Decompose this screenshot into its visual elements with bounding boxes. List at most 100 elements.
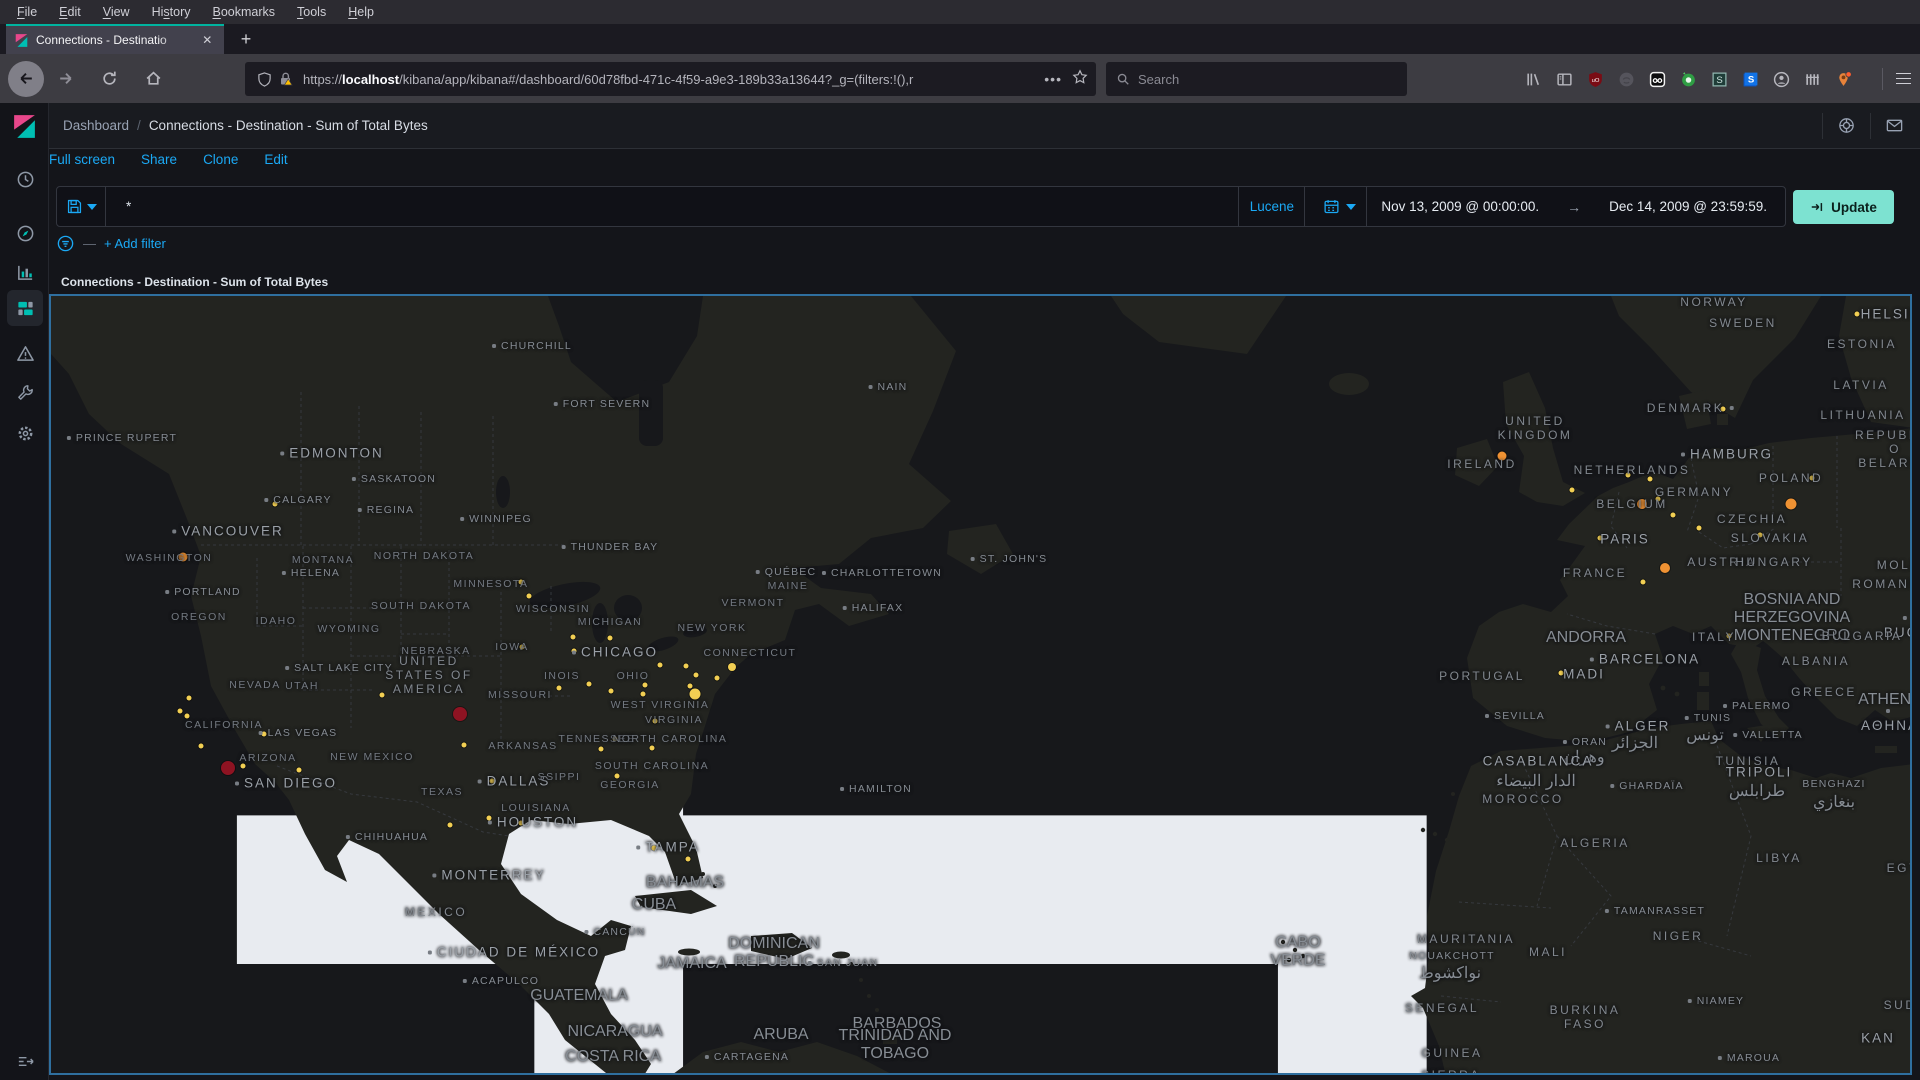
proxy-pin-icon[interactable] bbox=[1834, 70, 1852, 88]
tab-close-icon[interactable]: ✕ bbox=[199, 31, 217, 49]
help-icon[interactable] bbox=[1837, 116, 1856, 135]
saved-query-button[interactable] bbox=[57, 187, 106, 226]
green-globe-icon[interactable] bbox=[1679, 70, 1697, 88]
chevron-down-icon bbox=[1346, 203, 1357, 210]
newsfeed-mail-icon[interactable] bbox=[1885, 116, 1904, 135]
map-label: IOWA bbox=[495, 641, 529, 653]
data-point bbox=[1785, 498, 1797, 510]
menu-bookmarks[interactable]: Bookmarks bbox=[202, 2, 287, 22]
map-label: TRIPOLI bbox=[1725, 764, 1793, 780]
map-label: SAN DIEGO bbox=[234, 776, 337, 791]
sidebar-item-discover[interactable] bbox=[7, 215, 43, 251]
map-label: DOMINICAN REPUBLIC bbox=[728, 935, 820, 970]
menu-file[interactable]: File bbox=[6, 2, 48, 22]
map-label: POLAND bbox=[1758, 471, 1824, 485]
map-label: CHIHUAHUA bbox=[345, 831, 428, 843]
query-input[interactable]: * bbox=[106, 199, 1238, 214]
action-edit[interactable]: Edit bbox=[264, 152, 287, 167]
query-language-toggle[interactable]: Lucene bbox=[1238, 187, 1304, 226]
menu-help[interactable]: Help bbox=[337, 2, 385, 22]
search-bar[interactable]: Search bbox=[1106, 62, 1407, 96]
reload-button[interactable] bbox=[94, 64, 124, 94]
containers-fence-icon[interactable] bbox=[1803, 70, 1821, 88]
home-button[interactable] bbox=[138, 64, 168, 94]
menu-edit[interactable]: Edit bbox=[48, 2, 92, 22]
map-label: TEXAS bbox=[421, 786, 463, 798]
library-icon[interactable] bbox=[1524, 70, 1542, 88]
map-label: LITHUANIA bbox=[1820, 408, 1906, 422]
map-label: ARIZONA bbox=[239, 752, 297, 764]
menu-tools[interactable]: Tools bbox=[286, 2, 337, 22]
calendar-button[interactable] bbox=[1323, 187, 1368, 226]
browser-tab-bar: Connections - Destinatio ✕ + bbox=[0, 24, 1920, 54]
header-separator bbox=[1822, 112, 1823, 139]
basemap bbox=[51, 296, 1910, 1073]
action-full-screen[interactable]: Full screen bbox=[49, 152, 115, 167]
forward-button[interactable] bbox=[50, 64, 80, 94]
sidebar-item-visualize[interactable] bbox=[7, 254, 43, 290]
map-label: TUNIS bbox=[1684, 712, 1732, 724]
menu-view[interactable]: View bbox=[92, 2, 141, 22]
url-text[interactable]: https://localhost/kibana/app/kibana#/das… bbox=[303, 72, 1003, 87]
inactive-extension-icon[interactable] bbox=[1617, 70, 1635, 88]
url-bar[interactable]: https://localhost/kibana/app/kibana#/das… bbox=[245, 62, 1096, 96]
map-label: UNITED STATES OF AMERICA bbox=[385, 654, 473, 696]
stylus-s-icon[interactable]: S bbox=[1710, 70, 1728, 88]
map-label: GUINEA bbox=[1421, 1046, 1483, 1060]
update-button[interactable]: Update bbox=[1793, 190, 1894, 224]
end-date[interactable]: Dec 14, 2009 @ 23:59:59. bbox=[1609, 199, 1767, 214]
menu-history[interactable]: History bbox=[141, 2, 202, 22]
data-point bbox=[379, 692, 385, 698]
data-point bbox=[714, 675, 720, 681]
map-label: SOUTH CAROLINA bbox=[594, 760, 710, 772]
sidebars-icon[interactable] bbox=[1555, 70, 1573, 88]
map-label: CIUDAD DE MÉXICO bbox=[427, 945, 600, 960]
sidebar-item-alerts[interactable] bbox=[7, 335, 43, 371]
map-label: GREECE bbox=[1791, 685, 1857, 699]
blue-s-icon[interactable]: S bbox=[1741, 70, 1759, 88]
map-label: HAMBURG bbox=[1680, 447, 1773, 462]
page-actions-icon[interactable]: ••• bbox=[1044, 71, 1062, 87]
filter-icon[interactable] bbox=[56, 234, 75, 253]
date-range-arrow-icon: → bbox=[1567, 198, 1582, 215]
map-label: HELSIN bbox=[1860, 306, 1910, 322]
sidebar-item-devtools[interactable] bbox=[7, 374, 43, 410]
map-label: REGINA bbox=[357, 504, 414, 516]
menu-button[interactable] bbox=[1892, 69, 1915, 89]
back-button[interactable] bbox=[8, 60, 44, 97]
breadcrumb-dashboard[interactable]: Dashboard bbox=[63, 118, 129, 133]
query-bar: * Lucene Nov 13, 2009 @ 00:00:00. → Dec … bbox=[56, 186, 1786, 227]
svg-text:S: S bbox=[1716, 75, 1722, 86]
map-label: ST. JOHN'S bbox=[970, 553, 1048, 565]
ublock-shield-icon[interactable]: uO bbox=[1586, 70, 1604, 88]
map-label: TAMANRASSET bbox=[1604, 905, 1705, 917]
insecure-lock-icon[interactable] bbox=[275, 68, 297, 90]
map-label: SALT LAKE CITY bbox=[285, 662, 393, 674]
map-label: WINNIPEG bbox=[460, 513, 532, 525]
map-label: MAROUA bbox=[1717, 1052, 1780, 1064]
map-label: SAN JUAN bbox=[807, 957, 879, 969]
map-label: FORT SEVERN bbox=[553, 398, 651, 410]
bookmark-star-icon[interactable] bbox=[1072, 68, 1088, 90]
data-point bbox=[186, 695, 192, 701]
add-filter-link[interactable]: + Add filter bbox=[104, 236, 166, 251]
map-label: MALI bbox=[1528, 945, 1568, 959]
action-share[interactable]: Share bbox=[141, 152, 177, 167]
map-label: CZECHIA bbox=[1716, 512, 1788, 526]
new-tab-button[interactable]: + bbox=[234, 29, 258, 50]
tracking-shield-icon[interactable] bbox=[253, 68, 275, 90]
action-clone[interactable]: Clone bbox=[203, 152, 238, 167]
sidebar-item-dashboard[interactable] bbox=[7, 290, 43, 326]
sidebar-item-management[interactable] bbox=[7, 415, 43, 451]
data-point bbox=[453, 707, 467, 721]
account-icon[interactable] bbox=[1772, 70, 1790, 88]
map-label: ESTONIA bbox=[1827, 337, 1897, 351]
collapse-sidebar-icon[interactable] bbox=[7, 1043, 43, 1079]
browser-tab[interactable]: Connections - Destinatio ✕ bbox=[6, 24, 224, 54]
sidebar-item-recently-viewed[interactable] bbox=[7, 161, 43, 197]
search-icon bbox=[1116, 72, 1130, 86]
start-date[interactable]: Nov 13, 2009 @ 00:00:00. bbox=[1381, 199, 1539, 214]
badger-eyes-icon[interactable] bbox=[1648, 70, 1666, 88]
kibana-logo-icon[interactable] bbox=[11, 113, 38, 140]
coordinate-map[interactable]: CHURCHILL FORT SEVERN NAIN PRINCE RUPERT EDM… bbox=[49, 294, 1912, 1075]
